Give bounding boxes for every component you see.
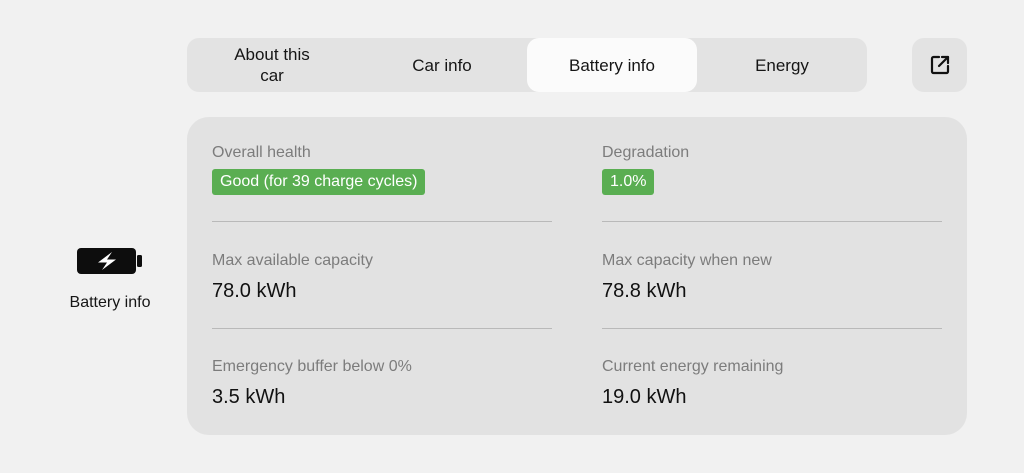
tab-battery-info[interactable]: Battery info [527,38,697,92]
divider [602,328,942,329]
overall-health-badge: Good (for 39 charge cycles) [212,169,426,195]
open-external-button[interactable] [912,38,967,92]
max-capacity-new-value: 78.8 kWh [602,280,687,302]
tab-label: About this car [234,45,310,85]
tab-label: Energy [755,55,809,75]
battery-info-card: Overall health Good (for 39 charge cycle… [187,117,967,435]
divider [212,221,552,222]
degradation-label: Degradation [602,144,690,161]
current-energy-value: 19.0 kWh [602,386,687,408]
tab-bar: About this car Car info Battery info Ene… [187,38,867,92]
emergency-buffer-value: 3.5 kWh [212,386,286,408]
open-external-icon [930,55,949,75]
tab-label: Car info [412,55,472,75]
degradation-cell: Degradation 1.0% [602,143,942,195]
sidebar-item-label: Battery info [69,294,151,311]
max-available-capacity-cell: Max available capacity 78.0 kWh [212,251,552,303]
divider [212,328,552,329]
overall-health-label: Overall health [212,144,311,161]
tab-energy[interactable]: Energy [697,38,867,92]
current-energy-label: Current energy remaining [602,358,784,375]
max-capacity-new-cell: Max capacity when new 78.8 kWh [602,251,942,303]
max-capacity-new-label: Max capacity when new [602,252,772,269]
emergency-buffer-label: Emergency buffer below 0% [212,358,412,375]
degradation-badge: 1.0% [602,169,655,195]
overall-health-cell: Overall health Good (for 39 charge cycle… [212,143,552,195]
tab-car-info[interactable]: Car info [357,38,527,92]
sidebar-item-battery-info[interactable]: Battery info [50,246,170,312]
tab-label: Battery info [569,55,655,75]
emergency-buffer-cell: Emergency buffer below 0% 3.5 kWh [212,357,552,409]
max-available-capacity-value: 78.0 kWh [212,280,297,302]
max-available-capacity-label: Max available capacity [212,252,373,269]
current-energy-cell: Current energy remaining 19.0 kWh [602,357,942,409]
battery-charging-icon [77,248,142,274]
divider [602,221,942,222]
tab-about-this-car[interactable]: About this car [187,38,357,92]
